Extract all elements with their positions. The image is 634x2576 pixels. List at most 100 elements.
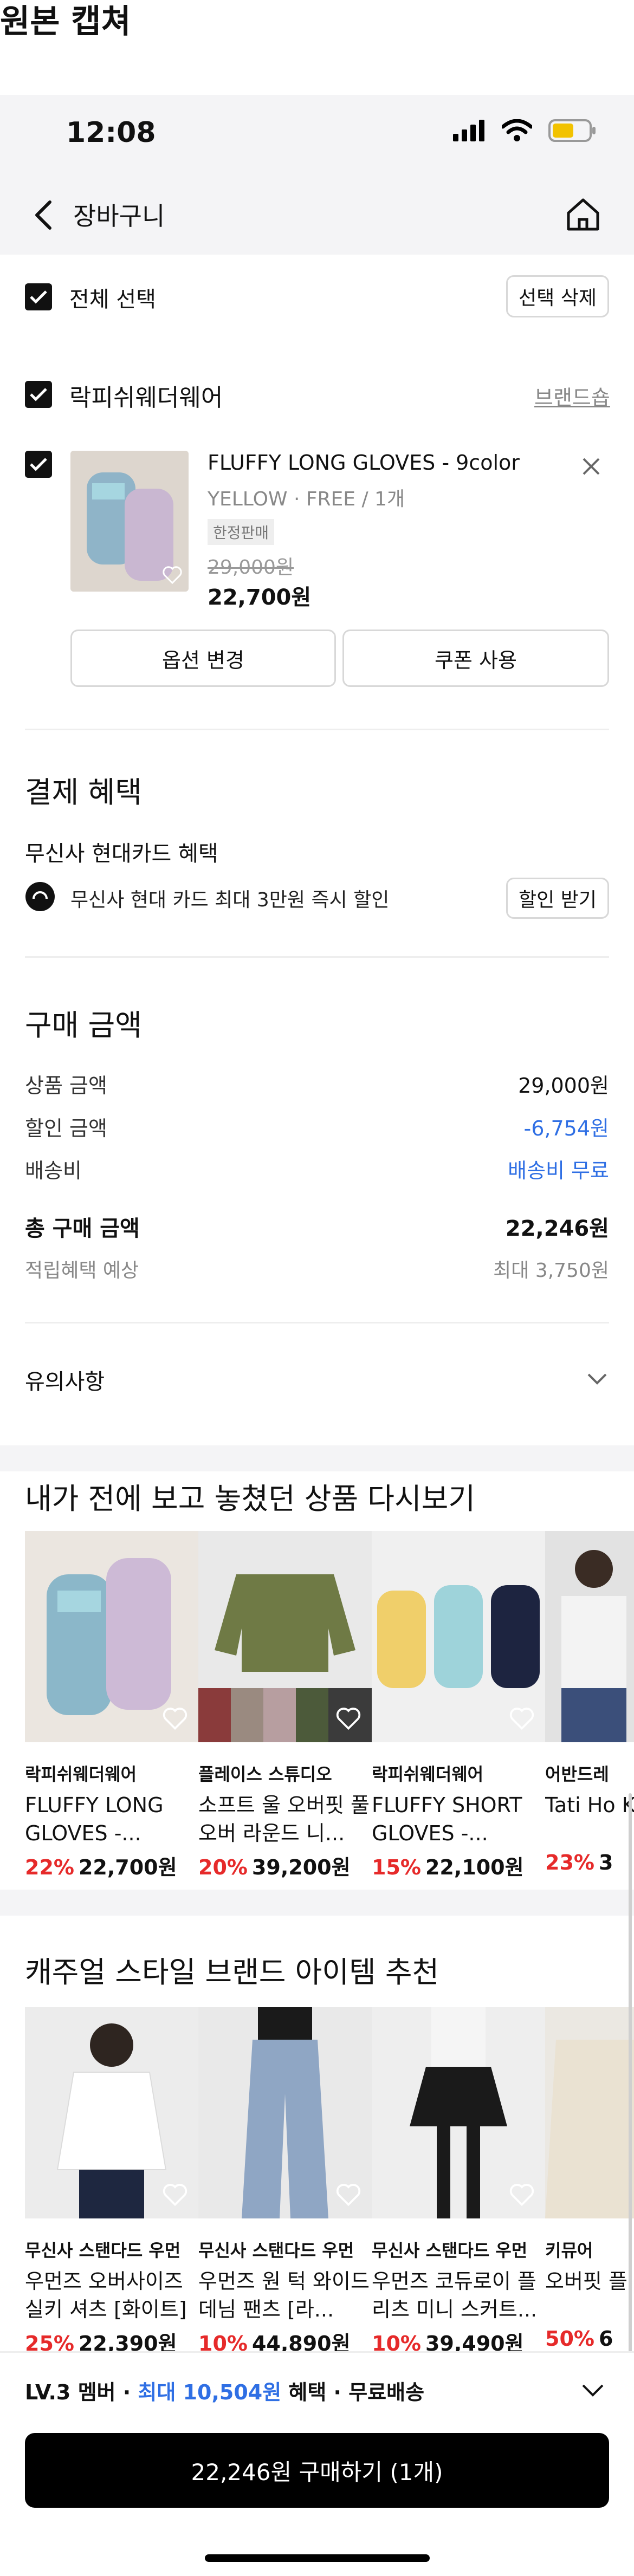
heart-icon[interactable] xyxy=(161,2182,189,2209)
product-brand: 무신사 스탠다드 우먼 xyxy=(372,2240,528,2261)
buy-button[interactable]: 22,246원 구매하기 (1개) xyxy=(25,2433,609,2508)
purchase-title: 구매 금액 xyxy=(25,1008,142,1042)
chevron-down-icon[interactable] xyxy=(586,1372,608,1385)
member-highlight: 최대 10,504원 xyxy=(138,2380,282,2404)
product-discount: 20% xyxy=(198,1855,248,1879)
recommend-carousel[interactable]: 무신사 스탠다드 우먼 우먼즈 오버사이즈 실키 셔츠 [화이트] 25% 22,… xyxy=(25,2007,634,2357)
product-image xyxy=(198,1531,372,1742)
recent-carousel[interactable]: 락피쉬웨더웨어 FLUFFY LONG GLOVES -... 22% 22,70… xyxy=(25,1531,634,1880)
item-name[interactable]: FLUFFY LONG GLOVES - 9color xyxy=(208,451,520,475)
product-price: 22,100원 xyxy=(425,1855,524,1879)
bottom-purchase-bar: LV.3 멤버 · 최대 10,504원 혜택 · 무료배송 22,246원 구… xyxy=(0,2351,634,2576)
remove-item-icon[interactable] xyxy=(581,457,601,476)
heart-icon[interactable] xyxy=(335,2182,362,2209)
product-discount: 15% xyxy=(372,1855,421,1879)
product-price: 3 xyxy=(598,1851,613,1874)
item-option: YELLOW · FREE / 1개 xyxy=(208,488,405,510)
product-amount-label: 상품 금액 xyxy=(25,1074,107,1098)
brand-checkbox[interactable] xyxy=(25,381,52,408)
hoodie-image xyxy=(545,2007,634,2218)
card-logo-icon xyxy=(25,882,55,911)
product-image xyxy=(372,2007,545,2218)
benefits-title: 결제 혜택 xyxy=(25,775,142,809)
reward-value: 최대 3,750원 xyxy=(493,1260,609,1282)
home-icon[interactable] xyxy=(565,197,601,232)
status-bar: 12:08 xyxy=(0,95,634,176)
item-thumbnail[interactable] xyxy=(70,451,189,592)
item-price: 22,700원 xyxy=(208,585,312,610)
product-card[interactable]: 락피쉬웨더웨어 FLUFFY LONG GLOVES -... 22% 22,70… xyxy=(25,1531,198,1880)
card-benefit-text: 무신사 현대 카드 최대 3만원 즉시 할인 xyxy=(70,889,390,911)
brand-shop-link[interactable]: 브랜드숍 xyxy=(534,381,610,411)
check-icon xyxy=(30,388,47,401)
notice-label[interactable]: 유의사항 xyxy=(25,1364,105,1396)
product-name: 우먼즈 코듀로이 플리츠 미니 스커트... xyxy=(372,2269,538,2321)
select-all-label: 전체 선택 xyxy=(69,287,156,312)
chevron-down-icon[interactable] xyxy=(581,2383,605,2397)
product-card[interactable]: 락피쉬웨더웨어 FLUFFY SHORT GLOVES -... 15% 22,1… xyxy=(372,1531,545,1880)
product-card[interactable]: 어반드레 Tati Ho Knit IVO 23%3 xyxy=(545,1531,634,1880)
product-name: 소프트 울 오버핏 풀오버 라운드 니... xyxy=(198,1793,370,1845)
product-card[interactable]: 무신사 스탠다드 우먼 우먼즈 코듀로이 플리츠 미니 스커트... 10% 39… xyxy=(372,2007,545,2357)
use-coupon-button[interactable]: 쿠폰 사용 xyxy=(342,630,609,687)
scrollbar[interactable] xyxy=(629,1793,632,2422)
member-benefit-text: LV.3 멤버 · 최대 10,504원 혜택 · 무료배송 xyxy=(25,2376,424,2405)
back-arrow-icon[interactable] xyxy=(33,199,54,231)
heart-icon[interactable] xyxy=(335,1705,362,1733)
product-amount-value: 29,000원 xyxy=(518,1074,609,1098)
product-brand: 어반드레 xyxy=(545,1764,609,1785)
heart-icon[interactable] xyxy=(508,2182,535,2209)
product-image xyxy=(25,2007,198,2218)
product-brand: 플레이스 스튜디오 xyxy=(198,1764,332,1785)
product-price-row: 23% 3 xyxy=(545,1851,634,1874)
product-name: FLUFFY SHORT GLOVES -... xyxy=(372,1793,522,1845)
product-brand: 무신사 스탠다드 우먼 xyxy=(25,2240,181,2261)
product-name: 우먼즈 오버사이즈 실키 셔츠 [화이트] xyxy=(25,2269,187,2321)
knit-model-image xyxy=(545,1531,634,1742)
product-card[interactable]: 플레이스 스튜디오 소프트 울 오버핏 풀오버 라운드 니... 20% 39,2… xyxy=(198,1531,372,1880)
top-navigation: 장바구니 xyxy=(0,176,634,255)
product-price: 6 xyxy=(598,2327,613,2351)
product-image xyxy=(25,1531,198,1742)
section-divider xyxy=(0,1445,634,1471)
section-divider xyxy=(0,1890,634,1916)
product-price-row: 15% 22,100원 xyxy=(372,1851,545,1880)
product-brand: 락피쉬웨더웨어 xyxy=(372,1764,484,1785)
change-option-button[interactable]: 옵션 변경 xyxy=(70,630,336,687)
page-title: 장바구니 xyxy=(73,202,165,231)
select-all-checkbox[interactable] xyxy=(25,283,52,310)
check-icon xyxy=(30,458,47,471)
product-name: FLUFFY LONG GLOVES -... xyxy=(25,1793,164,1845)
product-card[interactable]: 무신사 스탠다드 우먼 우먼즈 오버사이즈 실키 셔츠 [화이트] 25% 22,… xyxy=(25,2007,198,2357)
heart-icon[interactable] xyxy=(161,564,183,586)
heart-icon[interactable] xyxy=(508,1705,535,1733)
shipping-value: 배송비 무료 xyxy=(508,1159,609,1183)
product-card[interactable]: 무신사 스탠다드 우먼 우먼즈 원 턱 와이드 데님 팬츠 [라... 10% 4… xyxy=(198,2007,372,2357)
discount-amount-label: 할인 금액 xyxy=(25,1117,107,1140)
product-name: 우먼즈 원 턱 와이드 데님 팬츠 [라... xyxy=(198,2269,370,2321)
divider xyxy=(25,956,609,958)
product-image xyxy=(545,2007,634,2218)
product-brand: 무신사 스탠다드 우먼 xyxy=(198,2240,354,2261)
product-price-row: 20% 39,200원 xyxy=(198,1851,372,1880)
product-discount: 50% xyxy=(545,2327,594,2351)
product-discount: 22% xyxy=(25,1855,74,1879)
product-brand: 키뮤어 xyxy=(545,2240,593,2261)
reward-label: 적립혜택 예상 xyxy=(25,1260,139,1282)
battery-icon xyxy=(548,119,596,142)
status-time: 12:08 xyxy=(66,116,156,149)
total-value: 22,246원 xyxy=(505,1216,609,1241)
item-original-price: 29,000원 xyxy=(208,556,294,579)
item-checkbox[interactable] xyxy=(25,451,52,478)
heart-icon[interactable] xyxy=(161,1705,189,1733)
get-discount-button[interactable]: 할인 받기 xyxy=(506,878,609,919)
cellular-signal-icon xyxy=(453,120,484,141)
product-price: 22,700원 xyxy=(78,1855,177,1879)
total-label: 총 구매 금액 xyxy=(25,1216,140,1241)
brand-name: 락피쉬웨더웨어 xyxy=(69,384,223,412)
product-card[interactable]: 키뮤어 오버핏 플 후드 50%6 xyxy=(545,2007,634,2357)
product-discount: 23% xyxy=(545,1851,594,1874)
delete-selected-button[interactable]: 선택 삭제 xyxy=(506,275,609,317)
product-price: 39,200원 xyxy=(251,1855,351,1879)
recent-title: 내가 전에 보고 놓쳤던 상품 다시보기 xyxy=(25,1482,476,1516)
